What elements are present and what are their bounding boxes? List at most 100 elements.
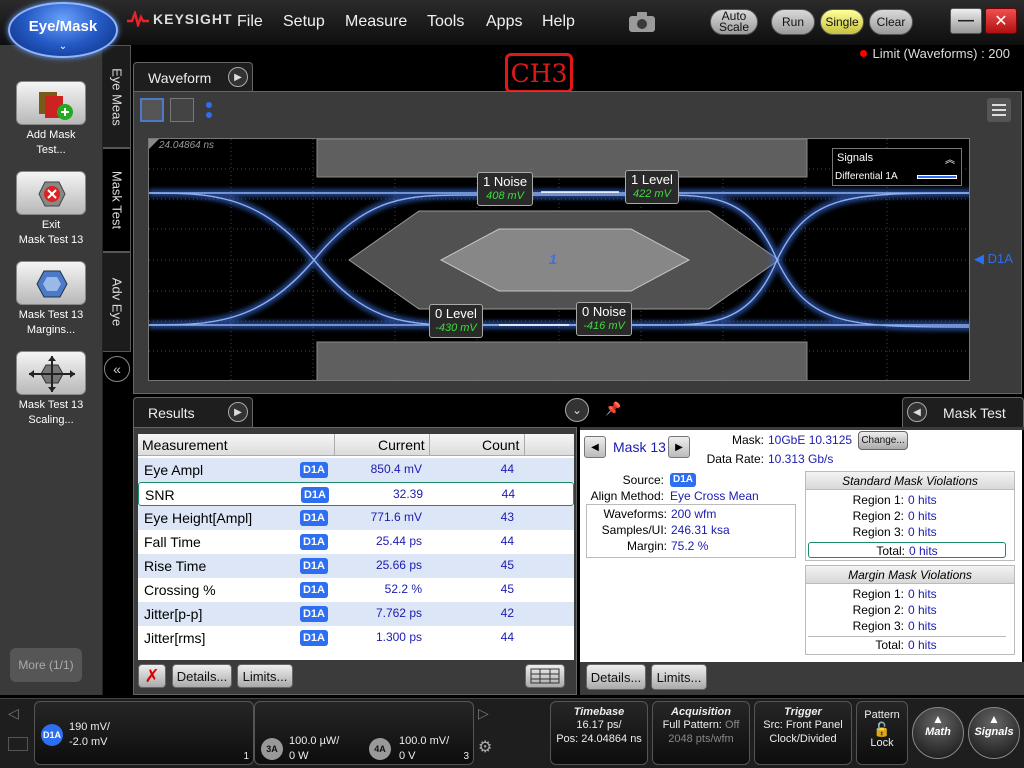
col-count[interactable]: Count [482, 437, 519, 453]
mask-label: Mask: [731, 433, 764, 447]
top-menu-bar: KEYSIGHT File Setup Measure Tools Apps H… [0, 0, 1024, 45]
eye-diagram-display[interactable]: 24.04864 ns 1 1 Noise 408 mV 1 Level 422… [148, 138, 970, 381]
expand-panel-button[interactable]: ⌄ [565, 398, 589, 422]
mask-scaling-button[interactable]: Mask Test 13 Scaling... [6, 351, 96, 428]
mask-margins-button[interactable]: Mask Test 13 Margins... [6, 261, 96, 338]
channel-d1a-status[interactable]: D1A 190 mV/ -2.0 mV 1 [34, 701, 254, 765]
total-value: 0 hits [909, 544, 938, 558]
acquisition-mode: Full Pattern: Off [653, 718, 749, 732]
col-measurement[interactable]: Measurement [142, 437, 228, 453]
minimize-button[interactable]: — [950, 8, 982, 34]
table-row[interactable]: Crossing % D1A 52.2 % 45 [138, 578, 574, 602]
results-tab-header[interactable]: Results ▶ [133, 397, 253, 427]
more-button[interactable]: More (1/1) [10, 648, 82, 682]
trigger-title: Trigger [784, 706, 822, 718]
table-row[interactable]: Eye Ampl D1A 850.4 mV 44 [138, 458, 574, 482]
mask-margins-icon [16, 261, 86, 305]
margin-value: 75.2 % [671, 539, 709, 553]
autoscale-button[interactable]: Auto Scale [710, 9, 758, 35]
signals-legend[interactable]: Signals ︽ Differential 1A [832, 148, 962, 186]
mask-details-button[interactable]: Details... [586, 664, 646, 690]
tab-eye-meas[interactable]: Eye Meas [103, 45, 131, 148]
one-level-marker: 1 Level 422 mV [625, 170, 679, 204]
results-details-button[interactable]: Details... [172, 664, 232, 688]
menu-setup[interactable]: Setup [283, 13, 325, 31]
close-button[interactable]: ✕ [985, 8, 1017, 34]
scroll-right-icon[interactable]: ▷ [478, 705, 489, 722]
pattern-lock-status[interactable]: Pattern 🔓 Lock [856, 701, 908, 765]
table-row[interactable]: Jitter[p-p] D1A 7.762 ps 42 [138, 602, 574, 626]
menu-tools[interactable]: Tools [427, 13, 464, 31]
region-value: 0 hits [908, 619, 937, 633]
scroll-left-icon[interactable]: ◁ [8, 705, 19, 722]
source-badge: D1A [301, 487, 329, 503]
current-value: 771.6 mV [370, 510, 422, 524]
count-value: 44 [500, 462, 514, 476]
mask-scaling-icon [16, 351, 86, 395]
delete-measurement-button[interactable]: ✗ [138, 664, 166, 688]
single-grid-layout-icon[interactable] [140, 98, 164, 122]
table-row[interactable]: Rise Time D1A 25.66 ps 45 [138, 554, 574, 578]
mask-limits-button[interactable]: Limits... [651, 664, 707, 690]
play-icon[interactable]: ▶ [228, 67, 248, 87]
table-row[interactable]: SNR D1A 32.39 44 [138, 482, 574, 506]
pin-icon[interactable]: 📌 [605, 401, 621, 417]
menu-icon[interactable] [987, 98, 1011, 122]
region-label: Region 1: [852, 587, 904, 601]
acquisition-mode-label: Full Pattern: [662, 719, 722, 731]
play-icon[interactable]: ▶ [228, 402, 248, 422]
acquisition-points: 2048 pts/wfm [668, 733, 734, 745]
tab-mask-test[interactable]: Mask Test [103, 148, 131, 252]
exit-mask-test-button[interactable]: Exit Mask Test 13 [6, 171, 96, 248]
previous-mask-button[interactable]: ◀ [584, 436, 606, 458]
chevron-up-icon[interactable]: ︽ [945, 151, 955, 166]
marker-value: 408 mV [486, 190, 524, 202]
collapse-sidebar-button[interactable]: « [104, 356, 130, 382]
menu-file[interactable]: File [237, 13, 263, 31]
channel-offset-line: 0 V [399, 750, 416, 762]
change-mask-button[interactable]: Change... [858, 431, 908, 450]
tab-adv-eye[interactable]: Adv Eye [103, 252, 131, 352]
menu-apps[interactable]: Apps [486, 13, 522, 31]
tab-results[interactable]: Results ▶ [133, 397, 253, 427]
run-button[interactable]: Run [771, 9, 815, 35]
tab-waveform[interactable]: Waveform ▶ [133, 62, 253, 92]
margin-violations-box: Margin Mask Violations Region 1: 0 hits … [805, 565, 1015, 655]
align-method-label: Align Method: [590, 489, 664, 503]
table-row[interactable]: Jitter[rms] D1A 1.300 ps 44 [138, 626, 574, 650]
col-current[interactable]: Current [378, 437, 425, 453]
eye-mask-mode-button[interactable]: Eye/Mask ⌄ [8, 2, 118, 58]
results-limits-button[interactable]: Limits... [237, 664, 293, 688]
play-left-icon[interactable]: ◀ [907, 402, 927, 422]
camera-icon[interactable] [627, 10, 657, 34]
red-status-dot-icon [859, 50, 867, 57]
tab-mask-test-panel[interactable]: ◀ Mask Test [902, 397, 1024, 427]
channel-3a-4a-status[interactable]: 3A 100.0 µW/ 0 W 4A 100.0 mV/ 0 V 3 [254, 701, 474, 765]
standard-total-row[interactable]: Total: 0 hits [808, 542, 1006, 558]
split-grid-layout-icon[interactable] [170, 98, 194, 122]
single-button[interactable]: Single [820, 9, 864, 35]
trigger-status[interactable]: Trigger Src: Front Panel Clock/Divided [754, 701, 852, 765]
menu-measure[interactable]: Measure [345, 13, 407, 31]
menu-help[interactable]: Help [542, 13, 575, 31]
total-label: Total: [875, 638, 904, 652]
margin-total-row[interactable]: Total: 0 hits [808, 636, 1006, 652]
keysight-wave-icon [127, 11, 149, 27]
timebase-status[interactable]: Timebase 16.17 ps/ Pos: 24.04864 ns [550, 701, 648, 765]
table-row[interactable]: Fall Time D1A 25.44 ps 44 [138, 530, 574, 554]
table-row[interactable]: Eye Height[Ampl] D1A 771.6 mV 43 [138, 506, 574, 530]
region-value: 0 hits [908, 509, 937, 523]
clear-button[interactable]: Clear [869, 9, 913, 35]
acquisition-status[interactable]: Acquisition Full Pattern: Off 2048 pts/w… [652, 701, 750, 765]
left-toolbar: Add Mask Test... Exit Mask Test 13 Mask … [0, 45, 103, 695]
gear-icon[interactable]: ⚙ [478, 737, 492, 757]
signals-button[interactable]: ▲ Signals [968, 707, 1020, 759]
channel-scale: 190 mV/ -2.0 mV [69, 720, 110, 750]
table-view-icon[interactable] [525, 664, 565, 688]
math-button[interactable]: ▲ Math [912, 707, 964, 759]
chevron-up-icon: ▲ [932, 712, 944, 726]
keypad-icon[interactable] [8, 737, 28, 751]
marker-value: 422 mV [633, 188, 671, 200]
add-mask-test-button[interactable]: Add Mask Test... [6, 81, 96, 158]
mask-test-tab-header[interactable]: ◀ Mask Test [902, 397, 1024, 427]
